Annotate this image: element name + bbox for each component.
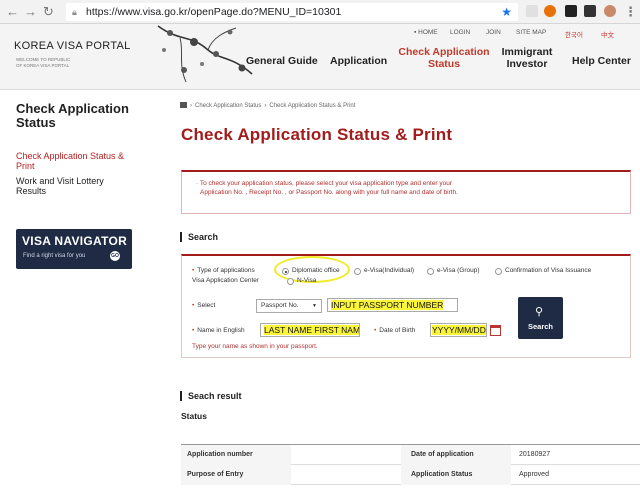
sidebar-item-lottery-results[interactable]: Work and Visit Lottery Results [16, 176, 126, 196]
profile-avatar[interactable] [604, 5, 616, 17]
go-icon: GO [110, 251, 120, 261]
extension-icon-2[interactable] [544, 5, 556, 17]
extension-icon-1[interactable] [526, 5, 538, 17]
sidebar-item-check-status[interactable]: Check Application Status & Print [16, 151, 141, 171]
option-visa-application-center: Visa Application Center [192, 277, 260, 284]
extension-icon-4[interactable] [584, 5, 596, 17]
menu-kebab-icon[interactable]: ⋮ [624, 4, 637, 20]
nav-help-center[interactable]: Help Center [572, 55, 631, 67]
table-header-cell: Application Status [401, 465, 511, 485]
search-heading: Search [180, 232, 218, 242]
korean-link[interactable]: 한국어 [565, 29, 583, 39]
search-button[interactable]: ⚲ Search [518, 297, 563, 339]
table-cell: Approved [519, 471, 549, 478]
visa-navigator-banner[interactable]: VISA NAVIGATOR Find a right visa for you… [16, 229, 132, 269]
name-input[interactable]: LAST NAME FIRST NAME [260, 323, 360, 337]
home-icon: ▪ [414, 29, 417, 36]
radio-visa-application-center[interactable] [287, 278, 294, 285]
select-label: • Select [192, 302, 216, 309]
site-header: KOREA VISA PORTAL WELCOME TO REPUBLIC OF… [0, 24, 640, 90]
search-button-label: Search [527, 322, 554, 331]
address-bar[interactable]: 🔒︎ https://www.visa.go.kr/openPage.do?ME… [66, 3, 518, 21]
banner-subtitle: Find a right visa for you [23, 253, 86, 259]
dob-input[interactable]: YYYY/MM/DD [430, 323, 487, 337]
option-evisa-group: e-Visa (Group) [437, 267, 480, 274]
table-cell [291, 465, 401, 485]
radio-evisa-individual[interactable] [354, 268, 361, 275]
home-link[interactable]: ▪ HOME [414, 29, 438, 36]
select-value: Passport No. [261, 302, 299, 309]
dob-value: YYYY/MM/DD [432, 325, 486, 335]
join-link[interactable]: JOIN [486, 29, 501, 36]
chevron-down-icon: ▼ [312, 303, 317, 309]
site-logo[interactable]: KOREA VISA PORTAL [14, 40, 131, 52]
instructions-line: · To check your application status, plea… [196, 180, 453, 187]
browser-toolbar: ← → ↻ 🔒︎ https://www.visa.go.kr/openPage… [0, 0, 640, 24]
nav-check-application-status[interactable]: Check Application Status [398, 46, 490, 70]
ink-branch-decoration [157, 25, 253, 83]
search-result-heading: Seach result [180, 391, 242, 401]
breadcrumb: › Check Application Status › Check Applicat… [180, 102, 355, 109]
table-row: Application number Date of application 2… [181, 445, 640, 465]
type-of-applications-label: • Type of applications [192, 267, 255, 274]
calendar-icon[interactable] [490, 325, 501, 336]
back-icon[interactable]: ← [6, 4, 19, 20]
table-header-cell: Application number [181, 445, 291, 465]
breadcrumb-separator: › [190, 103, 192, 109]
login-link[interactable]: LOGIN [450, 29, 470, 36]
logo-subtitle: WELCOME TO REPUBLIC OF KOREA VISA PORTAL [16, 57, 71, 68]
passport-number-input[interactable]: INPUT PASSPORT NUMBER [327, 298, 458, 312]
option-confirmation-visa-issuance: Confirmation of Visa Issuance [505, 267, 592, 274]
nav-application[interactable]: Application [330, 55, 387, 67]
search-icon: ⚲ [535, 306, 544, 318]
radio-evisa-group[interactable] [427, 268, 434, 275]
dob-label: • Date of Birth [374, 327, 416, 334]
breadcrumb-separator: › [264, 103, 267, 109]
nav-general-guide[interactable]: General Guide [246, 55, 318, 67]
reload-icon[interactable]: ↻ [43, 4, 54, 20]
bookmark-star-icon[interactable]: ★ [501, 3, 512, 21]
table-header-cell: Purpose of Entry [181, 465, 291, 485]
name-hint: Type your name as shown in your passport… [192, 343, 318, 350]
option-nvisa: N-Visa [297, 277, 317, 284]
sitemap-link[interactable]: SITE MAP [516, 29, 546, 36]
breadcrumb-current: Check Application Status & Print [269, 103, 356, 109]
lock-icon: 🔒︎ [72, 7, 77, 17]
result-table: Application number Date of application 2… [181, 444, 640, 485]
radio-confirmation-visa-issuance[interactable] [495, 268, 502, 275]
chinese-link[interactable]: 中文 [601, 29, 614, 39]
table-cell [291, 445, 401, 465]
status-label: Status [181, 411, 207, 421]
sidebar-title: Check Application Status [16, 101, 129, 130]
name-value: LAST NAME FIRST NAME [264, 325, 359, 335]
instructions-box: · To check your application status, plea… [181, 170, 631, 214]
breadcrumb-item[interactable]: Check Application Status [195, 103, 261, 109]
option-evisa-individual: e-Visa(Individual) [364, 267, 415, 274]
banner-title: VISA NAVIGATOR [22, 234, 128, 248]
passport-number-value: INPUT PASSPORT NUMBER [331, 300, 444, 310]
table-header-cell: Date of application [401, 445, 511, 465]
name-label: • Name in English [192, 327, 245, 334]
table-row: Purpose of Entry Application Status Appr… [181, 465, 640, 485]
nav-immigrant-investor[interactable]: Immigrant Investor [498, 46, 556, 70]
table-cell: 20180927 [519, 451, 551, 458]
page-title: Check Application Status & Print [181, 125, 453, 144]
home-icon[interactable] [180, 102, 187, 108]
id-type-select[interactable]: Passport No. ▼ [256, 299, 322, 313]
url-text: https://www.visa.go.kr/openPage.do?MENU_… [86, 6, 342, 18]
forward-icon[interactable]: → [24, 4, 37, 20]
instructions-line: Application No. , Receipt No. , or Passp… [200, 188, 458, 196]
extension-icon-3[interactable] [565, 5, 577, 17]
